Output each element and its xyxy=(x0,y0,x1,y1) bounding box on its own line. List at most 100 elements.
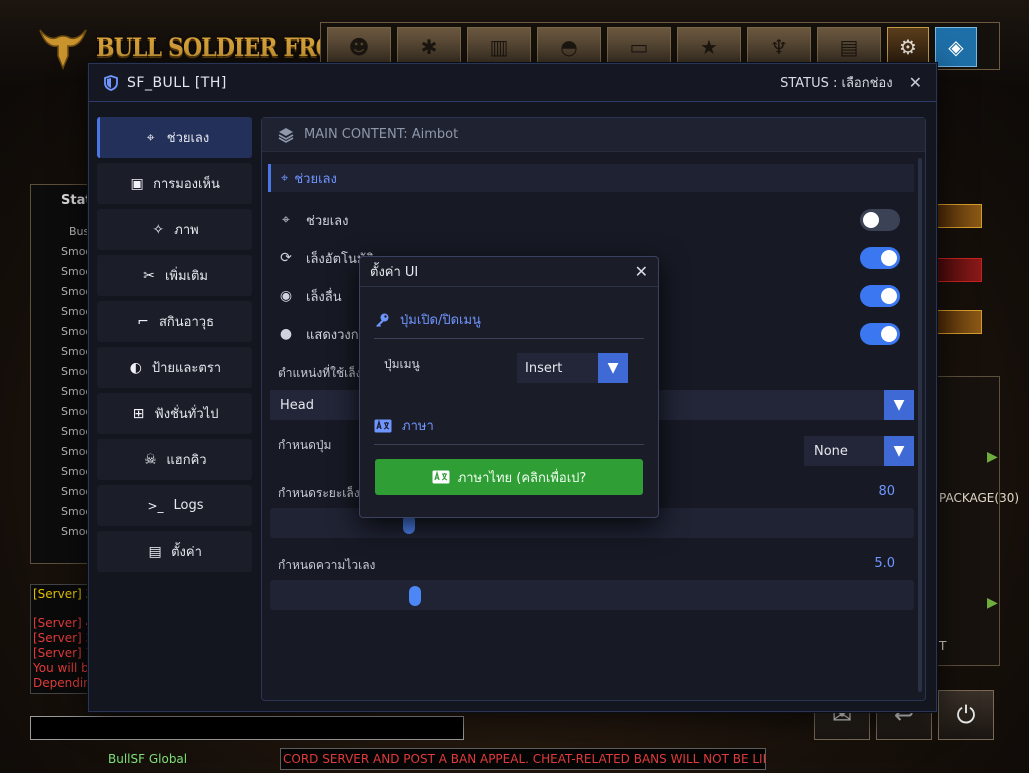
sidebar-item-label: Logs xyxy=(173,498,204,513)
sidebar-item-label: เพิ่มเติม xyxy=(164,269,209,284)
chat-line: [Server] 4 xyxy=(33,616,94,630)
helmet-icon[interactable]: ◓ xyxy=(537,27,601,67)
sidebar-item-label: ช่วยเลง xyxy=(166,131,210,146)
menu-key-select[interactable]: Insert ▼ xyxy=(517,353,628,383)
tools-icon: ✂ xyxy=(143,267,155,284)
sensitivity-value: 5.0 xyxy=(874,556,895,571)
sidebar-item-weapon-skins[interactable]: ⌐ สกินอาวุธ xyxy=(97,301,252,342)
power-icon[interactable]: ⏻ xyxy=(938,690,994,740)
section-title: ปุ่มเปิด/ปิดเมนู xyxy=(400,313,481,328)
package-label: PACKAGE(30) xyxy=(939,491,1020,505)
sidebar-item-visuals[interactable]: ▣ การมองเห็น xyxy=(97,163,252,204)
vest-icon[interactable]: ▥ xyxy=(467,27,531,67)
sync-icon: ⟳ xyxy=(280,250,292,266)
chest-icon[interactable]: ▭ xyxy=(607,27,671,67)
eagle-icon[interactable]: ♆ xyxy=(747,27,811,67)
magic-wand-icon: ✧ xyxy=(152,221,165,238)
slider-knob[interactable] xyxy=(409,586,421,606)
announcement-ticker: CORD SERVER AND POST A BAN APPEAL. CHEAT… xyxy=(280,748,766,770)
game-stat-panel: Stat Bus Smoo Smoo Smoo Smoo Smoo Smoo S… xyxy=(30,184,92,564)
sidebar-item-label: ฟังชั่นทั่วไป xyxy=(154,407,219,422)
toggle-row-aimbot: ⌖ ช่วยเลง xyxy=(278,208,908,232)
box-icon: ▣ xyxy=(130,175,144,192)
popup-header[interactable]: ตั้งค่า UI ✕ xyxy=(360,257,658,287)
sidebar-item-label: ป้ายและตรา xyxy=(151,361,222,376)
content-title: MAIN CONTENT: Aimbot xyxy=(304,127,459,142)
discord-icon[interactable]: ◈ xyxy=(935,27,977,67)
chat-line: You will be xyxy=(33,661,97,675)
sensitivity-slider[interactable] xyxy=(270,580,914,610)
sidebar-item-hack-queue[interactable]: ☠ แฮกคิว xyxy=(97,439,252,480)
fov-label: กำหนดระยะเล็ง xyxy=(278,486,360,500)
sensitivity-label: กำหนดความไวเลง xyxy=(278,558,376,572)
close-icon[interactable]: ✕ xyxy=(635,262,648,281)
toggle-label: เล็งลื่น xyxy=(306,289,342,305)
popup-title: ตั้งค่า UI xyxy=(370,265,419,280)
toggle-label: ช่วยเลง xyxy=(306,213,349,229)
circle-icon: ● xyxy=(279,326,293,342)
character-icon[interactable]: ☻ xyxy=(327,27,391,67)
item-label: T xyxy=(939,639,947,653)
chat-line: [Server] 7 xyxy=(33,646,94,660)
close-icon[interactable]: ✕ xyxy=(909,73,922,92)
show-circle-toggle[interactable] xyxy=(860,323,900,345)
crosshair-icon: ⌖ xyxy=(146,129,155,146)
weapon-slot[interactable] xyxy=(936,258,982,282)
dot-circle-icon: ◉ xyxy=(279,288,293,304)
status-text: STATUS : เลือกช่อง xyxy=(780,76,893,91)
gear-icon[interactable]: ⚙ xyxy=(887,27,929,67)
key-bind-select[interactable]: None ▼ xyxy=(804,436,914,466)
aimbot-toggle[interactable] xyxy=(860,209,900,231)
chat-line: [Server] 3 xyxy=(33,631,94,645)
sidebar-item-extra[interactable]: ✂ เพิ่มเติม xyxy=(97,255,252,296)
game-chat-log: [Server] 3 [Server] 4 [Server] 3 [Server… xyxy=(30,584,98,694)
language-button-label: ภาษาไทย (คลิกเพื่อเป? xyxy=(457,470,587,486)
gun-icon: ⌐ xyxy=(137,313,149,330)
chat-input[interactable] xyxy=(30,716,464,740)
chevron-down-icon: ▼ xyxy=(884,390,914,420)
window-header[interactable]: SF_BULL [TH] STATUS : เลือกช่อง ✕ xyxy=(89,64,936,102)
language-toggle-button[interactable]: ภาษาไทย (คลิกเพื่อเป? xyxy=(375,459,643,495)
sidebar-item-image[interactable]: ✧ ภาพ xyxy=(97,209,252,250)
player-name: BullSF Global xyxy=(108,752,188,766)
layers-icon xyxy=(278,127,294,143)
weapon-slot[interactable] xyxy=(936,204,982,228)
next-arrow-icon[interactable]: ▶ xyxy=(987,595,998,611)
select-value: Insert xyxy=(525,360,563,376)
crosshair-icon: ⌖ xyxy=(282,212,290,228)
smooth-aim-toggle[interactable] xyxy=(860,285,900,307)
chevron-down-icon: ▼ xyxy=(884,436,914,466)
shield-icon xyxy=(104,74,118,91)
menu-key-label: ปุ่มเมนู xyxy=(384,357,420,371)
key-bind-label: กำหนดปุ่ม xyxy=(278,438,332,452)
sidebar-item-label: แฮกคิว xyxy=(166,453,207,468)
chat-line: [Server] 3 xyxy=(33,587,94,601)
save-icon: ▤ xyxy=(148,543,162,560)
sidebar-item-badges[interactable]: ◐ ป้ายและตรา xyxy=(97,347,252,388)
select-value: None xyxy=(814,443,848,459)
document-icon[interactable]: ▤ xyxy=(817,27,881,67)
sidebar-item-label: สกินอาวุธ xyxy=(158,315,215,330)
scrollbar[interactable] xyxy=(918,158,922,692)
sidebar-item-label: ตั้งค่า xyxy=(171,545,202,560)
star-badge-icon[interactable]: ★ xyxy=(677,27,741,67)
grenade-icon[interactable]: ✱ xyxy=(397,27,461,67)
next-arrow-icon[interactable]: ▶ xyxy=(987,449,998,465)
plus-square-icon: ⊞ xyxy=(132,405,145,422)
sidebar-item-general[interactable]: ⊞ ฟังชั่นทั่วไป xyxy=(97,393,252,434)
weapon-slot[interactable] xyxy=(936,310,982,334)
bull-horns-icon xyxy=(39,29,87,70)
fov-value: 80 xyxy=(878,484,895,499)
skull-icon: ☠ xyxy=(144,451,157,468)
sidebar-item-aimbot[interactable]: ⌖ ช่วยเลง xyxy=(97,117,252,158)
ui-settings-popup: ตั้งค่า UI ✕ ปุ่มเปิด/ปิดเมนู ปุ่มเมนู I… xyxy=(359,256,659,518)
sidebar-item-logs[interactable]: >_ Logs xyxy=(97,485,252,526)
select-value: Head xyxy=(280,397,314,413)
sidebar-item-settings[interactable]: ▤ ตั้งค่า xyxy=(97,531,252,572)
section-aimbot: ⌖ ช่วยเลง xyxy=(268,164,914,192)
key-icon xyxy=(376,313,389,327)
auto-aim-toggle[interactable] xyxy=(860,247,900,269)
language-icon xyxy=(374,419,392,432)
menu-toggle-section: ปุ่มเปิด/ปิดเมนู xyxy=(374,309,644,339)
game-shop-panel: ▶ PACKAGE(30) ▶ T xyxy=(930,376,1019,666)
